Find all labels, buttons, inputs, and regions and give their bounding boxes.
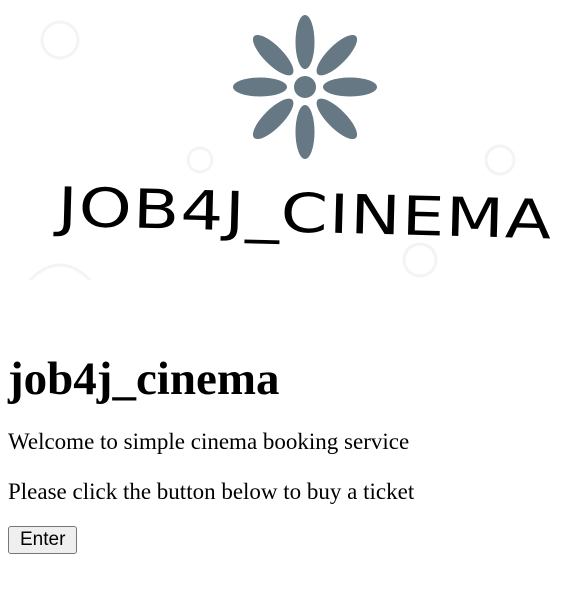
enter-button[interactable]: Enter [8,526,78,555]
logo-image: JOB4J_CINEMA [28,15,553,282]
logo-banner: JOB4J_CINEMA [0,0,577,310]
welcome-text: Welcome to simple cinema booking service [8,429,410,455]
page-title: job4j_cinema [8,353,280,405]
instruction-text: Please click the button below to buy a t… [8,478,415,504]
logo-text: JOB4J_CINEMA [53,175,553,251]
flower-petals-icon [233,15,377,159]
main-content: job4j_cinema Welcome to simple cinema bo… [8,338,568,555]
